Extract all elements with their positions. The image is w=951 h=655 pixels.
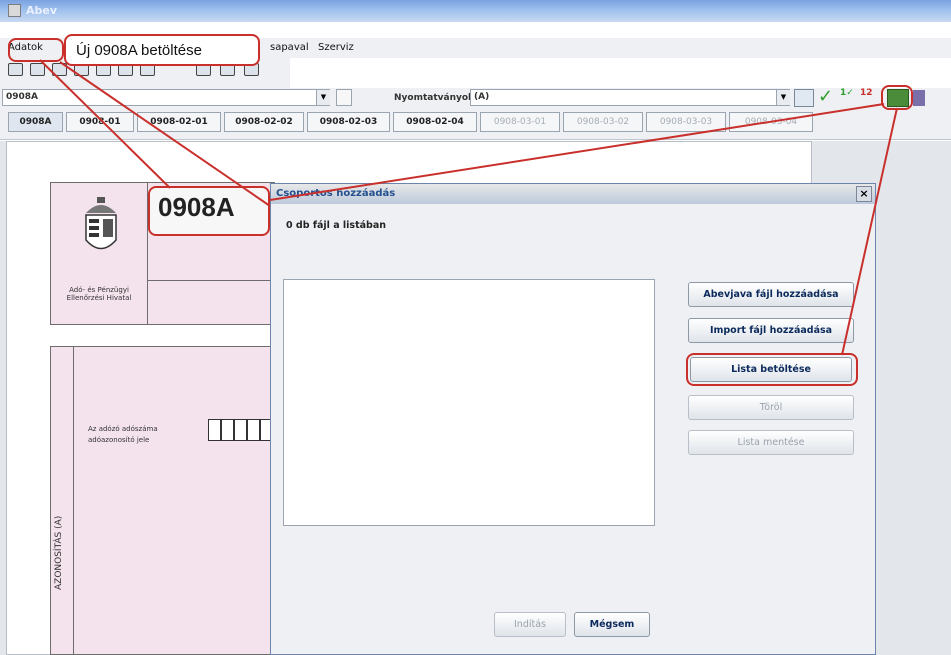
cancel-button[interactable]: Mégsem — [574, 612, 650, 637]
delete-button[interactable]: Töröl — [688, 395, 854, 420]
highlight-adatok-menu — [8, 38, 64, 62]
nyomtatvanyok-combo[interactable]: (A) — [470, 89, 790, 106]
view-icon[interactable] — [794, 89, 814, 107]
tab-0908-02-03[interactable]: 0908-02-03 — [307, 112, 390, 132]
chevron-down-icon[interactable]: ▼ — [316, 90, 330, 105]
highlight-group-add-icon — [881, 85, 913, 110]
add-abevjava-file-button[interactable]: Abevjava fájl hozzáadása — [688, 282, 854, 307]
menu-szerviz[interactable]: Szerviz — [318, 42, 354, 53]
document-icon[interactable] — [336, 89, 352, 106]
close-icon[interactable]: × — [856, 186, 872, 202]
dialog-title: Csoportos hozzáadás — [276, 188, 396, 199]
tab-0908-02-01[interactable]: 0908-02-01 — [137, 112, 221, 132]
stats-icon[interactable] — [913, 90, 925, 106]
window-titlebar: Abev — [0, 0, 951, 22]
field-label-tax-id: adóazonosító jele — [88, 436, 150, 444]
tab-0908-02-04[interactable]: 0908-02-04 — [393, 112, 477, 132]
file-list[interactable] — [283, 279, 655, 526]
dialog-status: 0 db fájl a listában — [286, 220, 387, 231]
tab-0908-02-02[interactable]: 0908-02-02 — [224, 112, 304, 132]
section-label: AZONOSÍTÁS (A) — [54, 515, 64, 590]
save-icon[interactable] — [30, 63, 45, 76]
checkmark-icon[interactable]: ✓ — [818, 86, 833, 107]
authority-text: Adó- és Pénzügyi Ellenőrzési Hivatal — [66, 286, 132, 302]
highlight-load-list-button — [686, 353, 858, 386]
form-combo[interactable]: 0908A — [2, 89, 330, 106]
window-title: Abev — [26, 4, 58, 17]
app-icon — [8, 4, 21, 17]
tab-0908-01[interactable]: 0908-01 — [66, 112, 134, 132]
tab-0908-03-01[interactable]: 0908-03-01 — [480, 112, 560, 132]
check-one-icon[interactable]: 1✓ — [840, 88, 856, 106]
chevron-down-icon[interactable]: ▼ — [776, 90, 790, 105]
nyomtatvanyok-label: Nyomtatványok — [394, 93, 475, 103]
callout-form-code: 0908A — [148, 186, 270, 236]
menu-sapaval[interactable]: sapaval — [270, 42, 309, 53]
tab-0908-03-04[interactable]: 0908-03-04 — [729, 112, 813, 132]
tab-0908-03-02[interactable]: 0908-03-02 — [563, 112, 643, 132]
callout-load-new: Új 0908A betöltése — [64, 34, 260, 66]
save-list-button[interactable]: Lista mentése — [688, 430, 854, 455]
check-two-icon[interactable]: 12 — [860, 88, 876, 106]
field-label-tax-number: Az adózó adószáma — [88, 425, 158, 433]
identification-section — [50, 346, 275, 655]
add-import-file-button[interactable]: Import fájl hozzáadása — [688, 318, 854, 343]
coat-of-arms-icon — [80, 195, 122, 260]
save-as-icon[interactable] — [52, 63, 67, 76]
tab-0908-03-03[interactable]: 0908-03-03 — [646, 112, 726, 132]
tax-number-input[interactable] — [208, 419, 273, 441]
new-icon[interactable] — [8, 63, 23, 76]
tab-0908a[interactable]: 0908A — [8, 112, 63, 132]
start-button[interactable]: Indítás — [494, 612, 566, 637]
